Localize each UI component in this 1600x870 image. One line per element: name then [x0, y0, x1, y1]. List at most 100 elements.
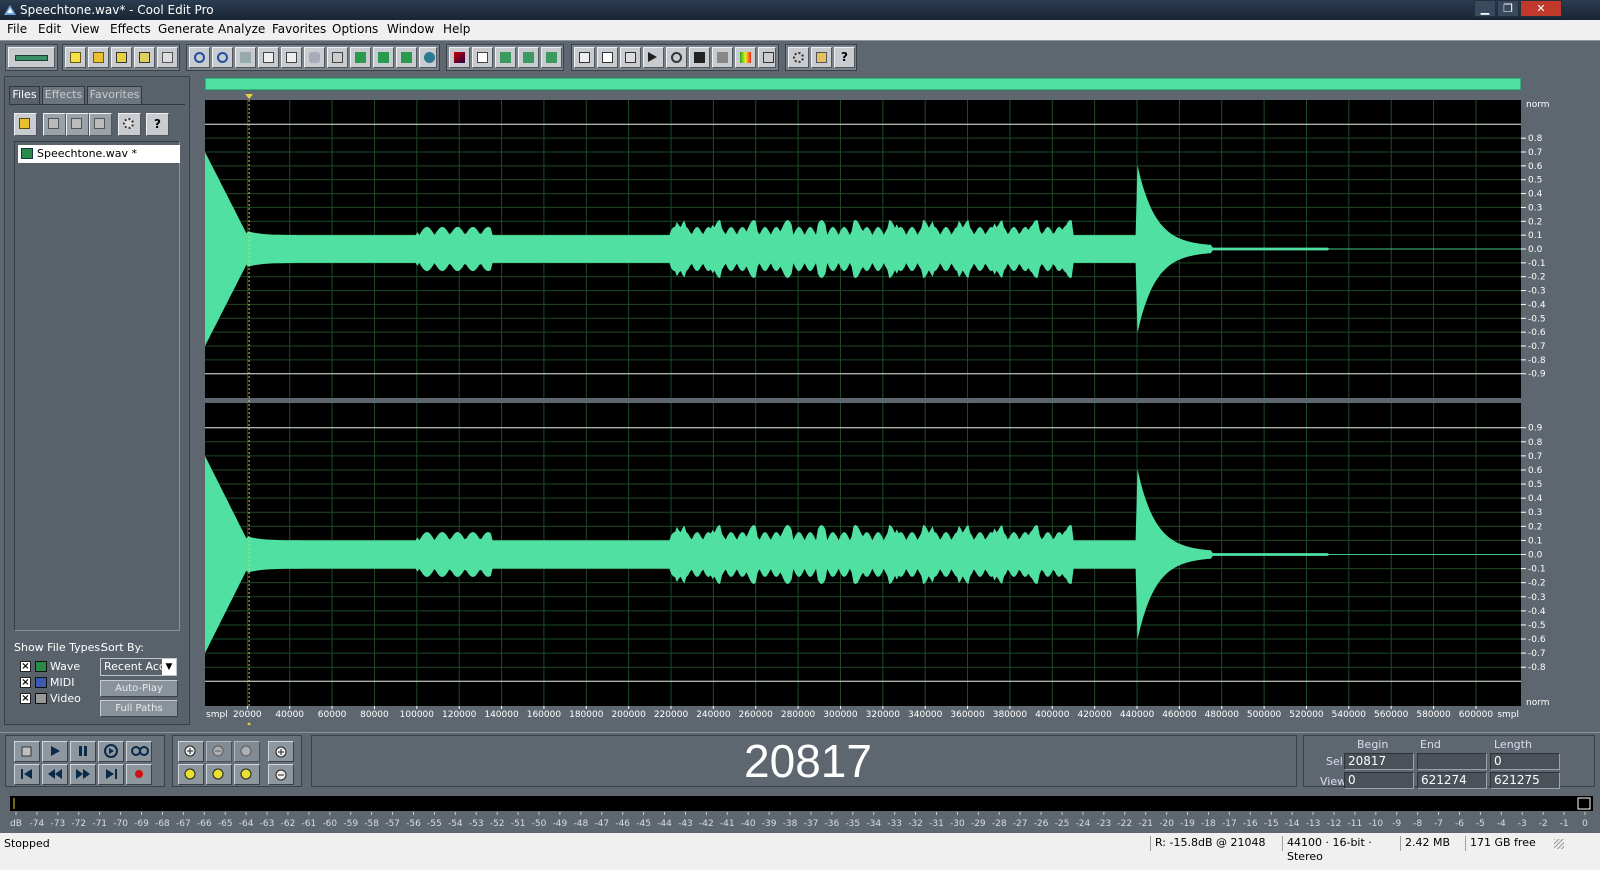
menu-favorites[interactable]: Favorites	[272, 22, 326, 36]
organizer-help-icon[interactable]: ?	[146, 113, 169, 136]
sel-end-field[interactable]	[1417, 753, 1487, 770]
zoom-in-vertical-button[interactable]	[268, 741, 294, 762]
menu-window[interactable]: Window	[387, 22, 434, 36]
chevron-down-icon[interactable]: ▼	[162, 659, 176, 675]
zoom-right-edge-button[interactable]	[234, 764, 260, 785]
menu-file[interactable]: File	[7, 22, 27, 36]
trim-icon[interactable]	[373, 47, 394, 68]
midi-checkbox[interactable]: ×	[20, 677, 31, 688]
view-length-field[interactable]: 621275	[1490, 772, 1560, 789]
selection-window-icon[interactable]	[712, 47, 733, 68]
minimize-button[interactable]: ▁	[1474, 0, 1496, 17]
pause-button[interactable]	[70, 741, 96, 762]
paste-icon[interactable]	[327, 47, 348, 68]
insert-multitrack-icon[interactable]	[66, 113, 89, 136]
menu-effects[interactable]: Effects	[110, 22, 151, 36]
copy-icon[interactable]	[281, 47, 302, 68]
fast-forward-button[interactable]	[70, 764, 96, 785]
restore-button[interactable]: ❐	[1497, 0, 1519, 17]
menu-options[interactable]: Options	[332, 22, 378, 36]
undo-icon[interactable]	[189, 47, 210, 68]
zoom-selection-button[interactable]	[178, 764, 204, 785]
multitrack-toggle-button[interactable]	[8, 47, 55, 68]
view-end-field[interactable]: 621274	[1417, 772, 1487, 789]
waveform-display[interactable]: norm norm 0.8 0.7 0.6 0.5 0.4 0.3 0.2 0.1 0.0 -0.1 -…	[195, 76, 1600, 728]
zoom-out-vertical-button[interactable]	[268, 764, 294, 785]
type-row-wave[interactable]: × Wave	[20, 660, 90, 674]
meter-tick-label: -21	[1138, 819, 1153, 829]
time-window-icon[interactable]	[689, 47, 710, 68]
tab-effects[interactable]: Effects	[42, 86, 85, 104]
edit-left-channel-icon[interactable]	[495, 47, 516, 68]
wave-checkbox[interactable]: ×	[20, 661, 31, 672]
sel-length-field[interactable]: 0	[1490, 753, 1560, 770]
redo-icon[interactable]	[212, 47, 233, 68]
type-row-video[interactable]: × Video	[20, 692, 90, 706]
cut-icon[interactable]	[304, 47, 325, 68]
mix-paste-icon[interactable]	[350, 47, 371, 68]
meter-tick-label: -20	[1159, 819, 1174, 829]
go-to-end-button[interactable]	[98, 764, 124, 785]
save-all-button[interactable]	[134, 47, 155, 68]
file-list-item[interactable]: Speechtone.wav *	[18, 145, 180, 163]
copy-new-icon[interactable]	[258, 47, 279, 68]
status-bar-icon[interactable]	[758, 47, 776, 68]
sort-by-select[interactable]: Recent Acc ▼	[100, 658, 177, 676]
sel-begin-field[interactable]: 20817	[1344, 753, 1414, 770]
zoom-out-button[interactable]	[206, 741, 232, 762]
open-folder-icon[interactable]	[14, 113, 37, 136]
record-button[interactable]	[126, 764, 152, 785]
play-to-end-button[interactable]	[98, 741, 124, 762]
new-file-button[interactable]	[65, 47, 86, 68]
settings-gear-icon[interactable]	[788, 47, 809, 68]
repeat-last-icon[interactable]	[235, 47, 256, 68]
edit-right-channel-icon[interactable]	[518, 47, 539, 68]
edit-both-channels-icon[interactable]	[541, 47, 562, 68]
waveform-editor[interactable]: norm norm 0.8 0.7 0.6 0.5 0.4 0.3 0.2 0.1 0.0 -0.1 -…	[195, 76, 1600, 728]
zoom-in-button[interactable]	[178, 741, 204, 762]
help-icon[interactable]: ?	[834, 47, 855, 68]
tab-favorites[interactable]: Favorites	[87, 86, 142, 104]
scripts-icon[interactable]	[811, 47, 832, 68]
full-paths-button[interactable]: Full Paths	[100, 700, 178, 717]
rewind-button[interactable]	[42, 764, 68, 785]
auto-play-button[interactable]: Auto-Play	[100, 680, 178, 697]
silence-icon[interactable]	[396, 47, 417, 68]
waveform-view-icon[interactable]	[472, 47, 493, 68]
menu-generate[interactable]: Generate	[158, 22, 214, 36]
view-begin-field[interactable]: 0	[1344, 772, 1414, 789]
close-selected-icon[interactable]	[43, 113, 66, 136]
cue-list-icon[interactable]	[620, 47, 641, 68]
amp-unit-top: norm	[1526, 100, 1550, 110]
info-window-icon[interactable]	[597, 47, 618, 68]
zoom-window-icon[interactable]	[666, 47, 687, 68]
tab-files[interactable]: Files	[9, 86, 40, 104]
organizer-settings-icon[interactable]	[118, 113, 141, 136]
menu-edit[interactable]: Edit	[38, 22, 61, 36]
organizer-window-icon[interactable]	[574, 47, 595, 68]
open-file-button[interactable]	[88, 47, 109, 68]
close-button[interactable]: ✕	[1520, 0, 1562, 17]
zoom-left-edge-button[interactable]	[206, 764, 232, 785]
amp-tick-label: 0.0	[1528, 245, 1543, 255]
meter-tick-label: -4	[1497, 819, 1506, 829]
snap-icon[interactable]	[419, 47, 437, 68]
file-list[interactable]: Speechtone.wav *	[14, 141, 180, 631]
save-button[interactable]	[111, 47, 132, 68]
close-file-button[interactable]	[157, 47, 178, 68]
stop-button[interactable]	[14, 741, 40, 762]
go-to-start-button[interactable]	[14, 764, 40, 785]
loop-button[interactable]	[126, 741, 152, 762]
play-button[interactable]	[42, 741, 68, 762]
spectral-view-icon[interactable]	[449, 47, 470, 68]
menu-help[interactable]: Help	[443, 22, 470, 36]
menu-view[interactable]: View	[71, 22, 99, 36]
menu-analyze[interactable]: Analyze	[218, 22, 265, 36]
level-meters-icon[interactable]	[735, 47, 756, 68]
meter-tick-label: -6	[1455, 819, 1464, 829]
zoom-full-button[interactable]	[234, 741, 260, 762]
video-checkbox[interactable]: ×	[20, 693, 31, 704]
type-row-midi[interactable]: × MIDI	[20, 676, 90, 690]
insert-cd-list-icon[interactable]	[89, 113, 112, 136]
play-list-icon[interactable]	[643, 47, 664, 68]
